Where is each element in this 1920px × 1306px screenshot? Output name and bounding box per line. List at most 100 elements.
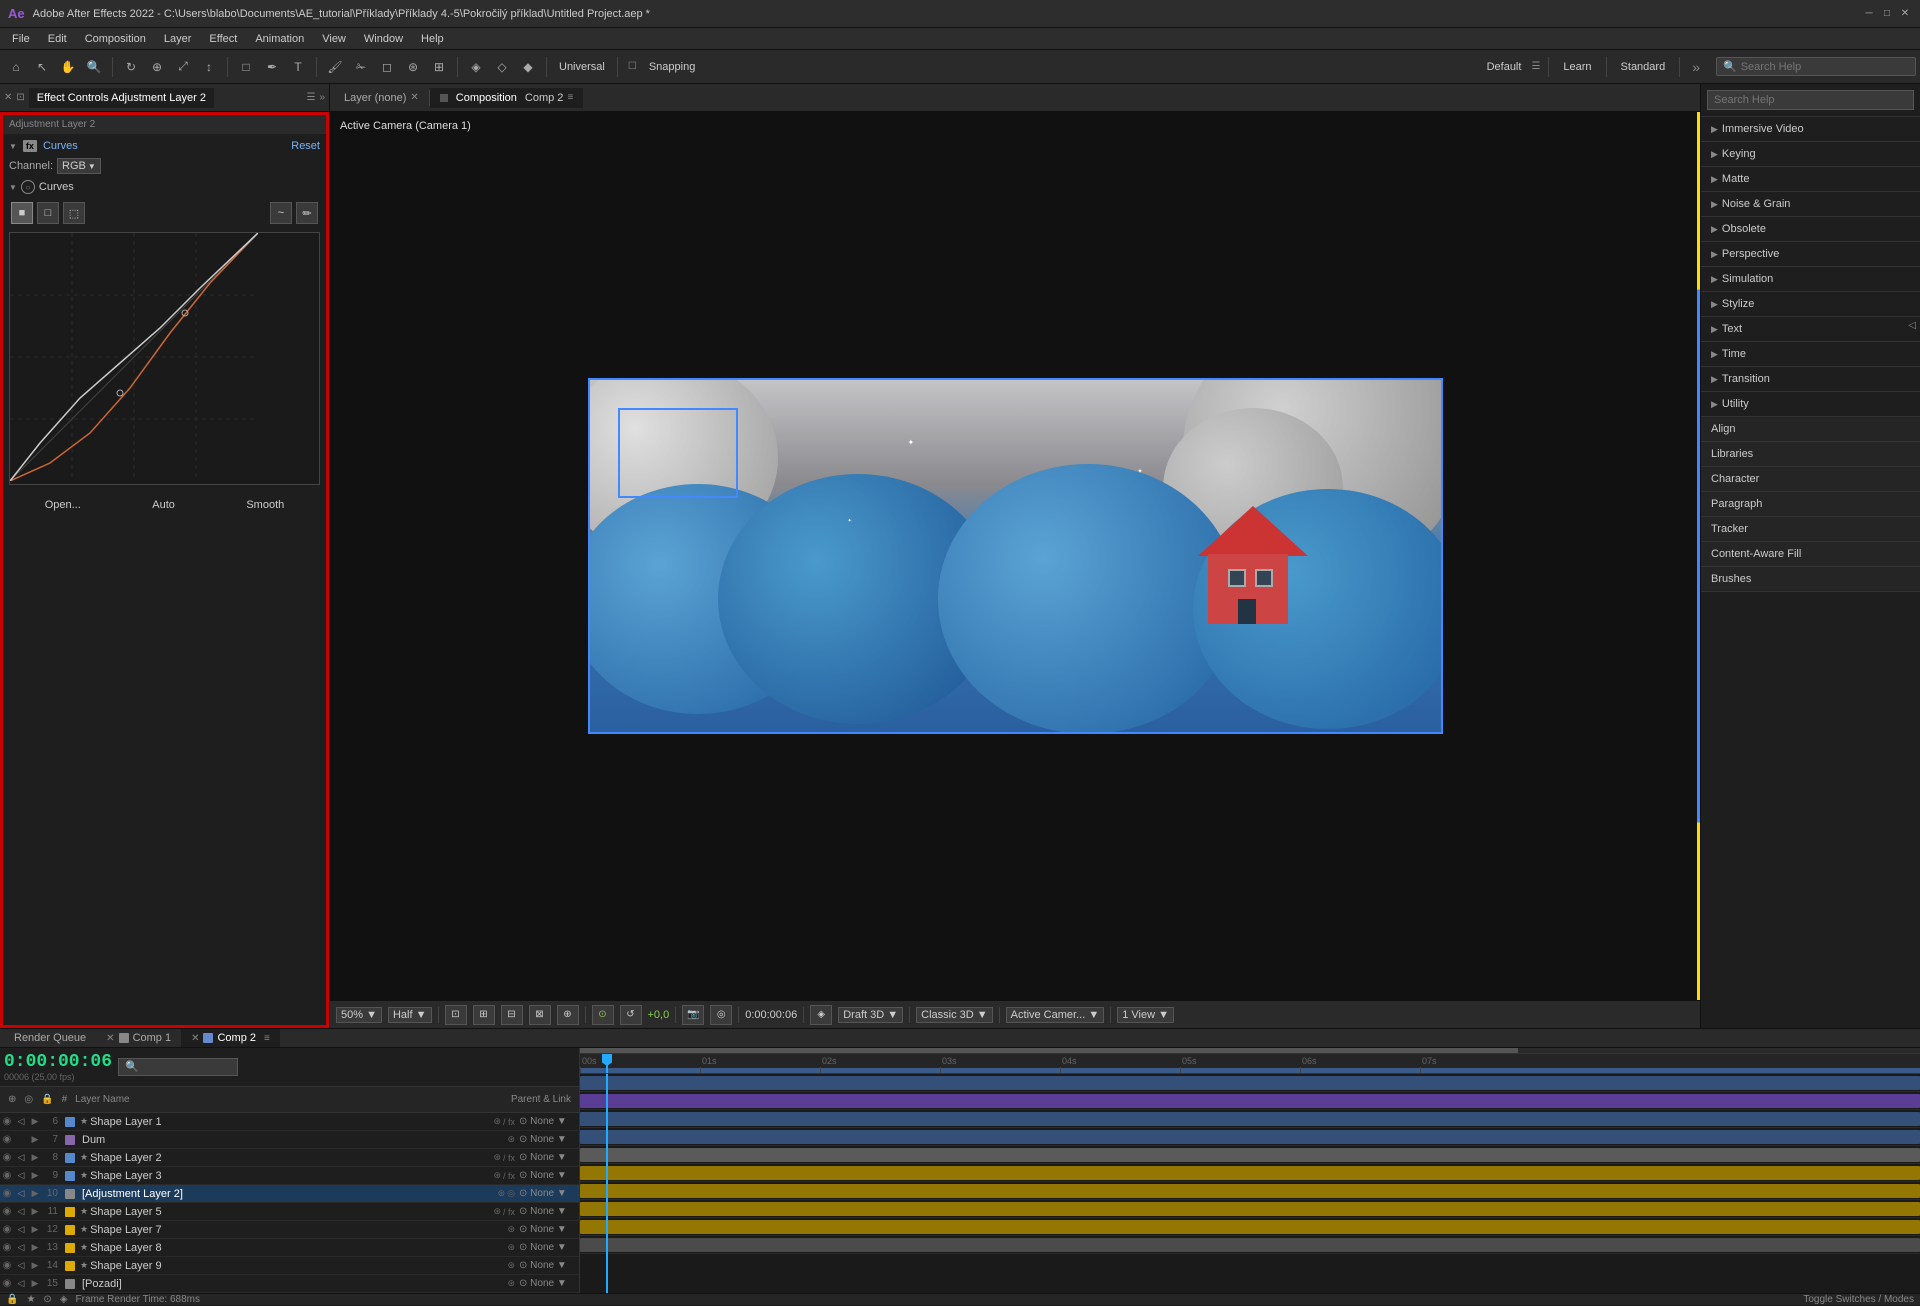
renderer-btn[interactable]: ◈ — [810, 1005, 832, 1025]
layer-10-parent[interactable]: ⊙ None ▼ — [519, 1188, 579, 1199]
immersive-video-header[interactable]: ▶ Immersive Video — [1701, 117, 1920, 141]
curves-tool-smooth[interactable]: □ — [37, 202, 59, 224]
effect-controls-tab[interactable]: Effect Controls Effect Controls Adjustme… — [29, 88, 214, 108]
rect-tool[interactable]: □ — [234, 55, 258, 79]
toggle-switches-btn[interactable]: Toggle Switches / Modes — [1803, 1294, 1914, 1305]
paragraph-panel-title[interactable]: Paragraph — [1701, 492, 1920, 517]
libraries-panel-title[interactable]: Libraries — [1701, 442, 1920, 467]
camera-select[interactable]: Active Camer... ▼ — [1006, 1007, 1105, 1023]
curves-tool-eyedropper[interactable]: ✏ — [296, 202, 318, 224]
pin-tool[interactable]: ◈ — [464, 55, 488, 79]
curves-tool-wave[interactable]: ~ — [270, 202, 292, 224]
workspace-menu-icon[interactable]: ☰ — [1531, 61, 1540, 72]
content-aware-panel-title[interactable]: Content-Aware Fill — [1701, 542, 1920, 567]
panel-extend[interactable]: » — [319, 92, 325, 103]
layer-14-parent[interactable]: ⊙ None ▼ — [519, 1260, 579, 1271]
fit-to-screen[interactable]: ⊡ — [445, 1005, 467, 1025]
clone-tool[interactable]: ✁ — [349, 55, 373, 79]
layer-13-parent[interactable]: ⊙ None ▼ — [519, 1242, 579, 1253]
grid-display[interactable]: ⊕ — [557, 1005, 579, 1025]
stylize-header[interactable]: ▶ Stylize — [1701, 292, 1920, 316]
layer-9-parent[interactable]: ⊙ None ▼ — [519, 1170, 579, 1181]
layer-row-6[interactable]: ◉ ◁ ▶ 6 ★ Shape Layer 1 ⊛ / fx ⊙ None ▼ — [0, 1113, 579, 1131]
layer-tab[interactable]: Layer (none) ✕ — [334, 88, 429, 108]
safe-margins[interactable]: ⊠ — [529, 1005, 551, 1025]
utility-header[interactable]: ▶ Utility — [1701, 392, 1920, 416]
bb-icon-2[interactable]: ★ — [26, 1294, 35, 1305]
comp-settings[interactable]: ⊟ — [501, 1005, 523, 1025]
layer-7-expand[interactable]: ▶ — [28, 1133, 42, 1147]
menu-effect[interactable]: Effect — [201, 31, 245, 47]
comp2-tab[interactable]: ✕ Comp 2 ≡ — [181, 1029, 280, 1047]
tl-controls-icon[interactable]: ⊕ — [4, 1094, 20, 1105]
comp-tab[interactable]: Composition Comp 2 ≡ — [430, 88, 584, 108]
time-header[interactable]: ▶ Time — [1701, 342, 1920, 366]
curves-tool-point[interactable]: ■ — [11, 202, 33, 224]
menu-layer[interactable]: Layer — [156, 31, 200, 47]
layer-row-8[interactable]: ◉ ◁ ▶ 8 ★ Shape Layer 2 ⊛ / fx ⊙ None ▼ — [0, 1149, 579, 1167]
comp2-close[interactable]: ✕ — [191, 1033, 199, 1044]
fit-comp[interactable]: ⊞ — [473, 1005, 495, 1025]
layer-7-parent[interactable]: ⊙ None ▼ — [519, 1134, 579, 1145]
transition-header[interactable]: ▶ Transition — [1701, 367, 1920, 391]
layer-row-11[interactable]: ◉ ◁ ▶ 11 ★ Shape Layer 5 ⊛ / fx ⊙ None ▼ — [0, 1203, 579, 1221]
curves-auto-button[interactable]: Auto — [144, 497, 183, 513]
panel-menu[interactable]: ☰ — [306, 92, 315, 103]
motion-tool[interactable]: ◇ — [490, 55, 514, 79]
tracker-panel-title[interactable]: Tracker — [1701, 517, 1920, 542]
timeline-timecode[interactable]: 0:00:00:06 — [4, 1052, 112, 1072]
comp1-close[interactable]: ✕ — [106, 1033, 114, 1044]
eraser-tool[interactable]: ◻ — [375, 55, 399, 79]
default-label[interactable]: Default — [1481, 59, 1528, 75]
layer-9-expand[interactable]: ▶ — [28, 1169, 42, 1183]
mode-select[interactable]: Classic 3D ▼ — [916, 1007, 993, 1023]
comp-image[interactable]: ✦ ✦ ✦ — [588, 378, 1443, 734]
curves-expand[interactable]: ▼ — [9, 142, 17, 151]
views-select[interactable]: 1 View ▼ — [1117, 1007, 1174, 1023]
timeline-ruler[interactable]: 00s 01s 02s 03s 04s 05s 06s 07s — [580, 1054, 1920, 1074]
channel-select[interactable]: RGB ▼ — [57, 158, 101, 174]
brushes-panel-title[interactable]: Brushes — [1701, 567, 1920, 592]
layer-row-15[interactable]: ◉ ◁ ▶ 15 [Pozadi] ⊛ ⊙ None ▼ — [0, 1275, 579, 1293]
color-correction[interactable]: ⊙ — [592, 1005, 614, 1025]
rotation-tool[interactable]: ↻ — [119, 55, 143, 79]
menu-composition[interactable]: Composition — [77, 31, 154, 47]
home-button[interactable]: ⌂ — [4, 55, 28, 79]
layer-row-9[interactable]: ◉ ◁ ▶ 9 ★ Shape Layer 3 ⊛ / fx ⊙ None ▼ — [0, 1167, 579, 1185]
menu-view[interactable]: View — [314, 31, 354, 47]
hand-tool[interactable]: ✋ — [56, 55, 80, 79]
renderer-select[interactable]: Draft 3D ▼ — [838, 1007, 903, 1023]
layer-15-expand[interactable]: ▶ — [28, 1277, 42, 1291]
curves-tool-pencil[interactable]: ⬚ — [63, 202, 85, 224]
maximize-button[interactable]: □ — [1880, 7, 1894, 21]
layer-row-12[interactable]: ◉ ◁ ▶ 12 ★ Shape Layer 7 ⊛ ⊙ None ▼ — [0, 1221, 579, 1239]
track-tool[interactable]: ◆ — [516, 55, 540, 79]
menu-file[interactable]: File — [4, 31, 38, 47]
layer-row-7[interactable]: ◉ ▶ 7 Dum ⊛ ⊙ None ▼ — [0, 1131, 579, 1149]
snapping-checkbox[interactable]: ☐ — [624, 61, 641, 72]
curves-smooth-button[interactable]: Smooth — [238, 497, 292, 513]
menu-window[interactable]: Window — [356, 31, 411, 47]
layer-tab-close[interactable]: ✕ — [410, 92, 418, 103]
transform-tool[interactable]: ⤢ — [171, 55, 195, 79]
comp2-menu[interactable]: ≡ — [264, 1033, 270, 1044]
timeline-search[interactable] — [118, 1058, 238, 1076]
extend-button[interactable]: » — [1688, 59, 1704, 75]
refresh[interactable]: ↺ — [620, 1005, 642, 1025]
anchor-tool[interactable]: ⊕ — [145, 55, 169, 79]
layer-6-eye[interactable]: ◉ — [0, 1115, 14, 1129]
puppet-tool[interactable]: ↕ — [197, 55, 221, 79]
search-help-input[interactable] — [1741, 61, 1909, 73]
layer-12-parent[interactable]: ⊙ None ▼ — [519, 1224, 579, 1235]
camera-tool[interactable]: ⊞ — [427, 55, 451, 79]
curves-canvas[interactable] — [9, 232, 320, 485]
panel-close[interactable]: ✕ — [4, 92, 12, 103]
layer-7-eye[interactable]: ◉ — [0, 1133, 14, 1147]
layer-row-14[interactable]: ◉ ◁ ▶ 14 ★ Shape Layer 9 ⊛ ⊙ None ▼ — [0, 1257, 579, 1275]
bb-icon-1[interactable]: 🔒 — [6, 1294, 18, 1305]
menu-edit[interactable]: Edit — [40, 31, 75, 47]
close-button[interactable]: ✕ — [1898, 7, 1912, 21]
curves-name[interactable]: Curves — [43, 140, 285, 152]
layer-8-eye[interactable]: ◉ — [0, 1151, 14, 1165]
bb-icon-4[interactable]: ◈ — [60, 1294, 68, 1305]
